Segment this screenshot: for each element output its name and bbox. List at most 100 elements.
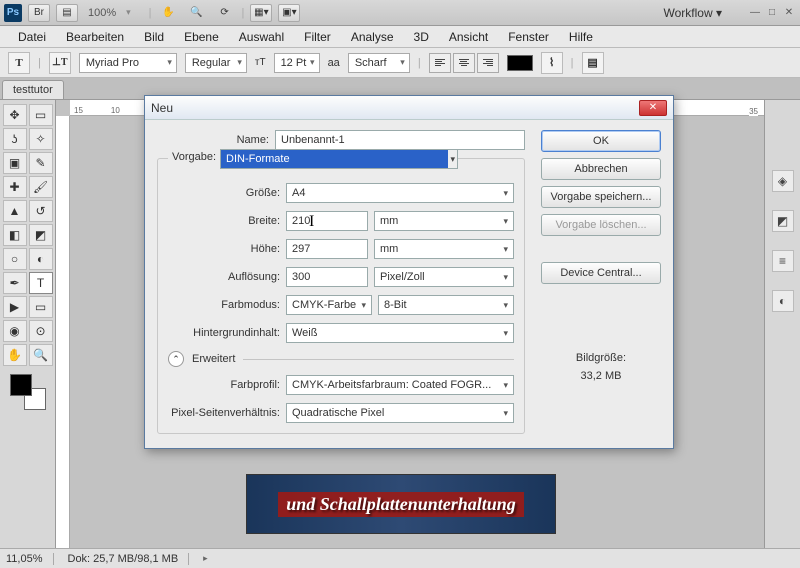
healing-tool[interactable]: ✚	[3, 176, 27, 198]
pixel-aspect-label: Pixel-Seitenverhältnis:	[168, 407, 280, 419]
close-button[interactable]: ✕	[782, 6, 796, 20]
3d-tool[interactable]: ◉	[3, 320, 27, 342]
width-unit-select[interactable]: mm	[374, 211, 514, 231]
rotate-view-icon[interactable]: ⟳	[214, 4, 236, 22]
cancel-button[interactable]: Abbrechen	[541, 158, 661, 180]
menu-ebene[interactable]: Ebene	[174, 27, 229, 47]
status-bar: 11,05% Dok: 25,7 MB/98,1 MB ▸	[0, 548, 800, 568]
width-field[interactable]: 210	[286, 211, 368, 231]
filesize-label: Bildgröße:	[541, 350, 661, 368]
screen-mode-button[interactable]: ▣▾	[278, 4, 300, 22]
foreground-background-colors[interactable]	[10, 374, 46, 410]
preset-select[interactable]: DIN-Formate	[220, 149, 458, 169]
type-tool[interactable]: T	[29, 272, 53, 294]
character-panel-button[interactable]: ▤	[582, 52, 604, 74]
color-mode-label: Farbmodus:	[168, 299, 280, 311]
menu-bearbeiten[interactable]: Bearbeiten	[56, 27, 134, 47]
arrange-docs-button[interactable]: ▦▾	[250, 4, 272, 22]
layers-panel-icon[interactable]: ◈	[772, 170, 794, 192]
font-family-select[interactable]: Myriad Pro	[79, 53, 177, 73]
blur-tool[interactable]: ○	[3, 248, 27, 270]
marquee-tool[interactable]: ▭	[29, 104, 53, 126]
eyedropper-tool[interactable]: ✎	[29, 152, 53, 174]
minimize-button[interactable]: —	[748, 6, 762, 20]
bridge-button[interactable]: Br	[28, 4, 50, 22]
preset-label: Vorgabe:	[172, 151, 216, 163]
history-panel-icon[interactable]: ≡	[772, 250, 794, 272]
workspace-switcher[interactable]: Workflow ▾	[654, 4, 732, 22]
menu-datei[interactable]: Datei	[8, 27, 56, 47]
antialias-select[interactable]: Scharf	[348, 53, 410, 73]
eraser-tool[interactable]: ◧	[3, 224, 27, 246]
text-align-group	[429, 53, 499, 73]
menu-fenster[interactable]: Fenster	[498, 27, 559, 47]
background-select[interactable]: Weiß	[286, 323, 514, 343]
bit-depth-select[interactable]: 8-Bit	[378, 295, 514, 315]
align-center-button[interactable]	[453, 53, 475, 73]
magic-wand-tool[interactable]: ✧	[29, 128, 53, 150]
type-tool-indicator[interactable]: T	[8, 52, 30, 74]
advanced-toggle[interactable]: ⌃	[168, 351, 184, 367]
dodge-tool[interactable]: ◐	[29, 248, 53, 270]
lasso-tool[interactable]: ʖ	[3, 128, 27, 150]
color-mode-select[interactable]: CMYK-Farbe	[286, 295, 372, 315]
document-tab[interactable]: testtutor	[2, 80, 64, 99]
menu-auswahl[interactable]: Auswahl	[229, 27, 294, 47]
pen-tool[interactable]: ✒	[3, 272, 27, 294]
text-color-swatch[interactable]	[507, 55, 533, 71]
zoom-tool[interactable]: 🔍	[29, 344, 53, 366]
mini-bridge-button[interactable]: ▤	[56, 4, 78, 22]
new-document-dialog: Neu ✕ Name: Unbenannt-1 Vorgabe: DIN-For…	[144, 95, 674, 449]
warp-text-button[interactable]: ⌇	[541, 52, 563, 74]
brush-tool[interactable]: 🖌	[29, 176, 53, 198]
3d-camera-tool[interactable]: ⊙	[29, 320, 53, 342]
gradient-tool[interactable]: ◩	[29, 224, 53, 246]
delete-preset-button[interactable]: Vorgabe löschen...	[541, 214, 661, 236]
color-panel-icon[interactable]: ◐	[772, 290, 794, 312]
crop-tool[interactable]: ▣	[3, 152, 27, 174]
font-size-select[interactable]: 12 Pt	[274, 53, 320, 73]
height-unit-select[interactable]: mm	[374, 239, 514, 259]
font-style-select[interactable]: Regular	[185, 53, 247, 73]
pixel-aspect-select[interactable]: Quadratische Pixel	[286, 403, 514, 423]
foreground-color-swatch[interactable]	[10, 374, 32, 396]
menu-bild[interactable]: Bild	[134, 27, 174, 47]
tool-options-bar: T | ⊥T Myriad Pro Regular ᴛT 12 Pt aa Sc…	[0, 48, 800, 78]
menu-3d[interactable]: 3D	[404, 27, 439, 47]
menu-ansicht[interactable]: Ansicht	[439, 27, 498, 47]
path-select-tool[interactable]: ▶	[3, 296, 27, 318]
color-profile-select[interactable]: CMYK-Arbeitsfarbraum: Coated FOGR...	[286, 375, 514, 395]
height-field[interactable]: 297	[286, 239, 368, 259]
zoom-tool-icon[interactable]: 🔍	[186, 4, 208, 22]
clone-tool[interactable]: ▲	[3, 200, 27, 222]
menu-analyse[interactable]: Analyse	[341, 27, 404, 47]
menu-filter[interactable]: Filter	[294, 27, 341, 47]
text-orientation-button[interactable]: ⊥T	[49, 52, 71, 74]
device-central-button[interactable]: Device Central...	[541, 262, 661, 284]
maximize-button[interactable]: □	[765, 6, 779, 20]
save-preset-button[interactable]: Vorgabe speichern...	[541, 186, 661, 208]
name-field[interactable]: Unbenannt-1	[275, 130, 525, 150]
zoom-level-label[interactable]: 100%	[88, 7, 116, 19]
dialog-close-button[interactable]: ✕	[639, 100, 667, 116]
status-zoom[interactable]: 11,05%	[6, 553, 54, 565]
height-label: Höhe:	[168, 243, 280, 255]
history-brush-tool[interactable]: ↺	[29, 200, 53, 222]
menu-hilfe[interactable]: Hilfe	[559, 27, 603, 47]
vertical-ruler	[56, 116, 70, 548]
status-doc-size[interactable]: Dok: 25,7 MB/98,1 MB	[68, 553, 190, 565]
app-logo: Ps	[4, 4, 22, 22]
resolution-field[interactable]: 300	[286, 267, 368, 287]
hand-tool-icon[interactable]: ✋	[158, 4, 180, 22]
resolution-unit-select[interactable]: Pixel/Zoll	[374, 267, 514, 287]
move-tool[interactable]: ✥	[3, 104, 27, 126]
hand-tool[interactable]: ✋	[3, 344, 27, 366]
align-left-button[interactable]	[429, 53, 451, 73]
size-select[interactable]: A4	[286, 183, 514, 203]
adjustments-panel-icon[interactable]: ◩	[772, 210, 794, 232]
align-right-button[interactable]	[477, 53, 499, 73]
dialog-title-bar[interactable]: Neu ✕	[145, 96, 673, 120]
document-preview[interactable]: und Schallplattenunterhaltung	[246, 474, 556, 534]
shape-tool[interactable]: ▭	[29, 296, 53, 318]
ok-button[interactable]: OK	[541, 130, 661, 152]
